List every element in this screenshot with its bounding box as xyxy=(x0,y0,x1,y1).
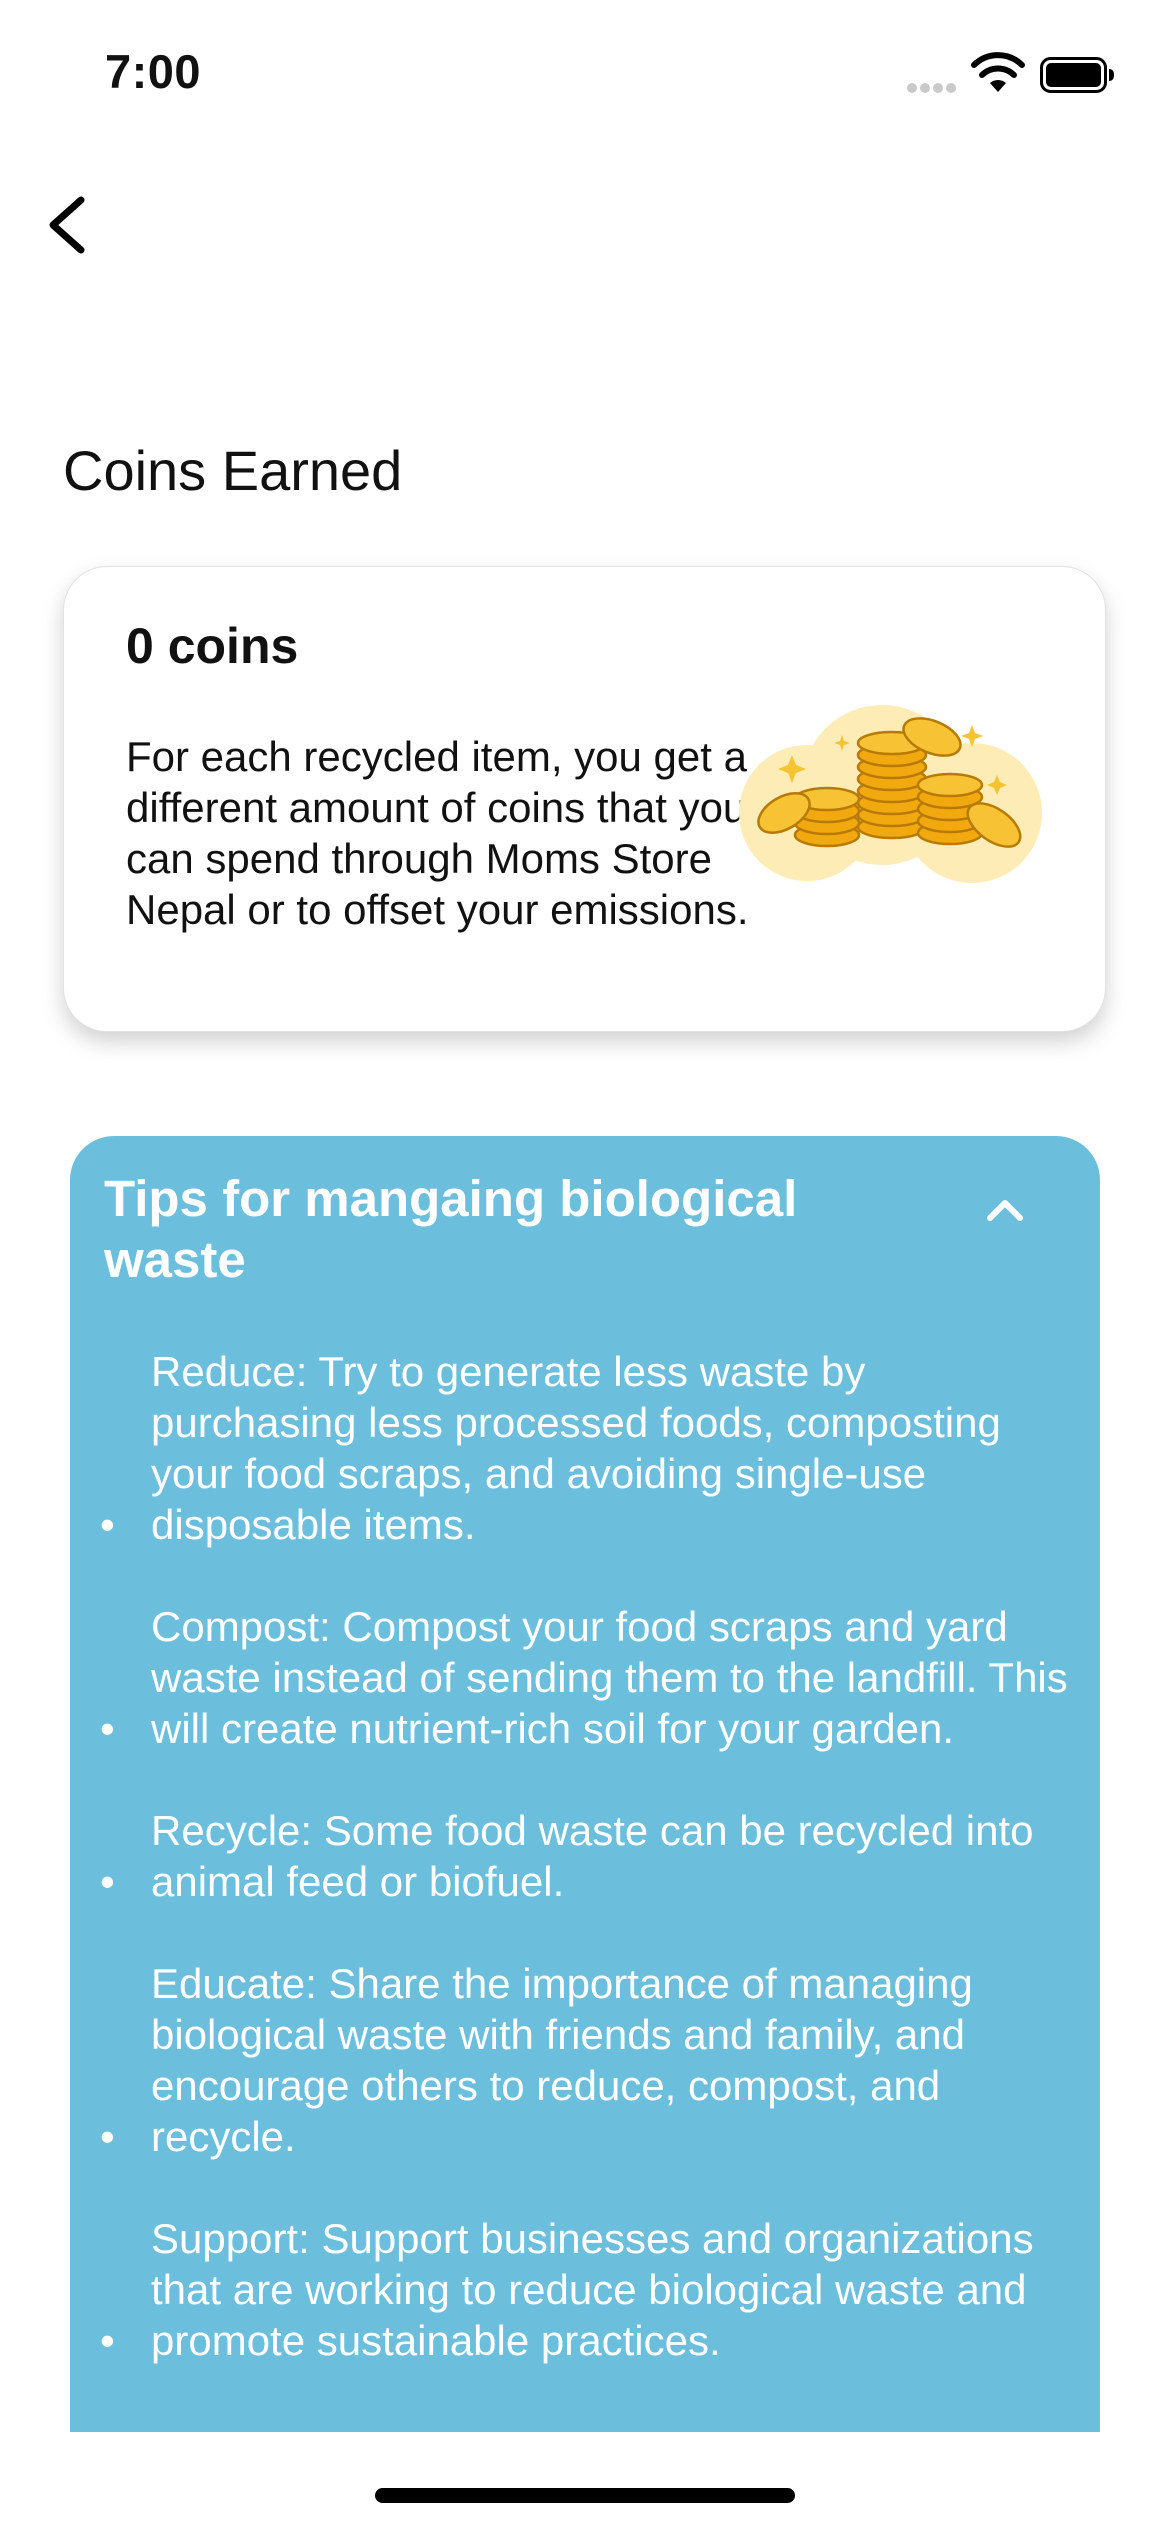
tip-text: Support: Support businesses and organiza… xyxy=(151,2215,1034,2364)
status-time: 7:00 xyxy=(105,45,202,98)
list-item: • Reduce: Try to generate less waste by … xyxy=(70,1346,1100,1550)
status-bar: 7:00 xyxy=(0,0,1170,150)
chevron-left-icon xyxy=(49,196,85,254)
bullet-icon: • xyxy=(100,1705,115,1752)
coins-description: For each recycled item, you get a differ… xyxy=(126,733,749,933)
cellular-signal-icon xyxy=(907,83,956,93)
bullet-icon: • xyxy=(100,2113,115,2160)
bullet-icon: • xyxy=(100,2317,115,2364)
tip-text: Educate: Share the importance of managin… xyxy=(151,1960,973,2160)
list-item: • Support: Support businesses and organi… xyxy=(70,2213,1100,2366)
page-title: Coins Earned xyxy=(63,439,403,502)
tips-panel: Tips for mangaing biological waste • Red… xyxy=(70,1136,1100,2432)
tips-title[interactable]: Tips for mangaing biological waste xyxy=(104,1168,864,1290)
home-indicator[interactable] xyxy=(375,2488,795,2503)
bullet-icon: • xyxy=(100,1858,115,1905)
list-item: • Compost: Compost your food scraps and … xyxy=(70,1601,1100,1754)
coin-stack-icon xyxy=(739,705,1042,883)
tip-text: Recycle: Some food waste can be recycled… xyxy=(151,1807,1034,1905)
list-item: • Recycle: Some food waste can be recycl… xyxy=(70,1805,1100,1907)
tip-text: Compost: Compost your food scraps and ya… xyxy=(151,1603,1068,1752)
chevron-up-icon xyxy=(987,1200,1023,1221)
tip-text: Reduce: Try to generate less waste by pu… xyxy=(151,1348,1001,1548)
tips-list: • Reduce: Try to generate less waste by … xyxy=(70,1346,1100,2417)
bullet-icon: • xyxy=(100,1501,115,1548)
battery-icon xyxy=(1040,57,1114,93)
wifi-icon xyxy=(971,52,1025,92)
coins-amount: 0 coins xyxy=(126,618,299,674)
list-item: • Educate: Share the importance of manag… xyxy=(70,1958,1100,2162)
collapse-button[interactable] xyxy=(970,1184,1040,1234)
back-button[interactable] xyxy=(35,180,105,270)
coins-card: 0 coins For each recycled item, you get … xyxy=(63,566,1106,1032)
